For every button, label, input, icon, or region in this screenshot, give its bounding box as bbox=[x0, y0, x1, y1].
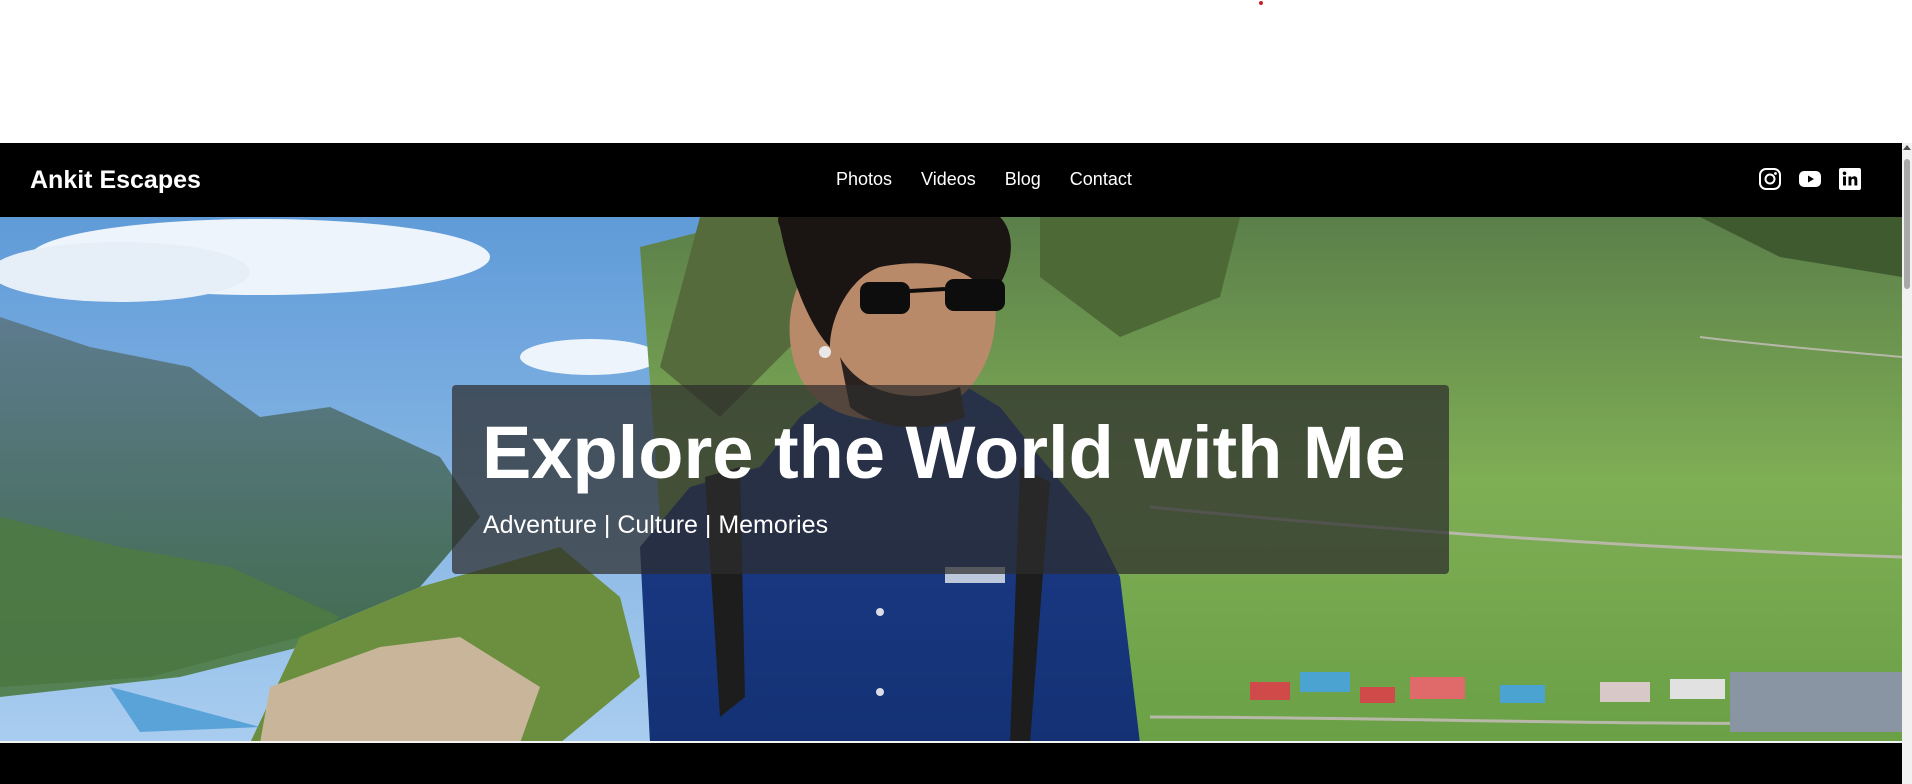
navbar: Ankit Escapes Photos Videos Blog Contact bbox=[0, 143, 1902, 217]
scrollbar-thumb[interactable] bbox=[1904, 159, 1910, 289]
hero-overlay-box: Explore the World with Me Adventure | Cu… bbox=[452, 385, 1449, 574]
hero-subtitle: Adventure | Culture | Memories bbox=[483, 511, 829, 539]
youtube-icon[interactable] bbox=[1798, 167, 1822, 191]
linkedin-icon[interactable] bbox=[1838, 167, 1862, 191]
nav-link-videos[interactable]: Videos bbox=[921, 168, 976, 190]
nav-link-photos[interactable]: Photos bbox=[836, 168, 892, 190]
red-dot-marker bbox=[1259, 1, 1263, 5]
instagram-icon[interactable] bbox=[1758, 167, 1782, 191]
page-top-blank-area bbox=[0, 0, 1912, 143]
nav-link-blog[interactable]: Blog bbox=[1005, 168, 1041, 190]
nav-link-contact[interactable]: Contact bbox=[1070, 168, 1132, 190]
hero-section: Explore the World with Me Adventure | Cu… bbox=[0, 217, 1902, 743]
hero-title: Explore the World with Me bbox=[482, 411, 1406, 494]
brand-logo-link[interactable]: Ankit Escapes bbox=[30, 165, 201, 195]
social-links bbox=[1758, 167, 1862, 191]
scroll-up-arrow-icon[interactable] bbox=[1903, 145, 1911, 150]
page-scrollbar[interactable] bbox=[1902, 143, 1912, 784]
site-page: Ankit Escapes Photos Videos Blog Contact bbox=[0, 143, 1902, 784]
nav-links: Photos Videos Blog Contact bbox=[836, 168, 1132, 190]
